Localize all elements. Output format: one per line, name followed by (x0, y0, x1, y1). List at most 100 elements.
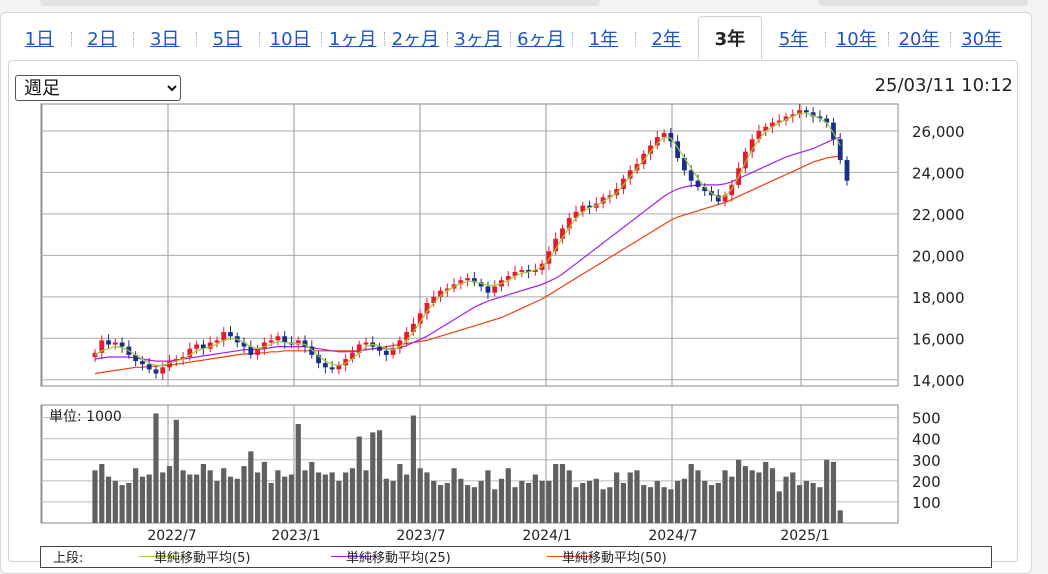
volume-unit-label: 単位: 1000 (49, 409, 122, 425)
volume-bar (424, 472, 430, 523)
volume-bar (668, 489, 674, 523)
volume-bar (133, 468, 139, 523)
candle-body (282, 336, 288, 343)
x-tick-label: 2024/1 (522, 528, 571, 544)
price-tick-label: 22,000 (912, 206, 965, 224)
volume-bar (410, 415, 417, 523)
volume-bar (227, 476, 234, 523)
volume-bar (505, 468, 511, 523)
volume-bar (512, 487, 518, 523)
volume-bar (302, 470, 308, 523)
candle-body (106, 340, 111, 345)
volume-bar (275, 470, 281, 523)
x-tick-label: 2023/1 (271, 528, 320, 544)
volume-bar (573, 487, 579, 523)
candle-body (329, 367, 335, 370)
volume-bar (112, 480, 118, 523)
volume-bar (431, 480, 437, 523)
volume-bar (451, 468, 457, 523)
volume-tick-label: 200 (912, 473, 941, 491)
volume-bar (478, 480, 484, 523)
volume-bar (187, 474, 193, 523)
candle-body (803, 110, 809, 113)
volume-bar (641, 485, 647, 523)
candle-body (140, 361, 145, 365)
price-tick-label: 26,000 (912, 123, 965, 141)
volume-bar (614, 472, 620, 523)
volume-bar (722, 470, 728, 523)
volume-bar (295, 423, 301, 523)
volume-bar (559, 464, 566, 523)
volume-bar (627, 472, 633, 523)
volume-bar (166, 466, 173, 523)
volume-bar (485, 470, 491, 523)
legend-prefix: 上段: (53, 551, 84, 566)
volume-bar (404, 474, 410, 523)
candle-body (153, 369, 159, 374)
volume-bar (417, 468, 423, 523)
volume-bar (173, 419, 179, 523)
volume-bar (261, 461, 267, 523)
stock-chart: 26,000 24,000 22,000 20,000 18,000 16,000 14,0… (40, 103, 965, 544)
candle-body (363, 342, 369, 345)
volume-bar (92, 470, 98, 523)
price-tick-label: 16,000 (912, 330, 965, 348)
volume-bar (153, 413, 159, 523)
volume-bar (647, 487, 654, 523)
legend-ma25-label: 単純移動平均(25) (346, 551, 451, 566)
volume-bar (736, 459, 742, 523)
volume-bar (336, 480, 342, 523)
volume-bar (546, 480, 552, 523)
candle-body (377, 346, 382, 351)
volume-tick-label: 300 (912, 452, 941, 470)
price-tick-label: 24,000 (912, 164, 965, 182)
volume-tick-label: 400 (912, 431, 941, 449)
volume-bar (519, 480, 525, 523)
volume-bar (492, 489, 498, 523)
volume-bar (661, 487, 667, 523)
volume-bar (234, 478, 240, 523)
volume-bar (444, 482, 450, 523)
volume-bar (742, 466, 748, 523)
volume-bar (139, 476, 146, 523)
volume-bar (796, 485, 803, 523)
volume-bar (729, 476, 735, 523)
price-tick-label: 18,000 (912, 289, 965, 307)
volume-bar (254, 472, 261, 523)
volume-tick-label: 100 (912, 494, 941, 512)
volume-bar (322, 474, 328, 523)
candle-body (275, 336, 281, 341)
volume-bar (620, 482, 627, 523)
legend-ma5-label: 単純移動平均(5) (154, 551, 251, 566)
x-tick-label: 2022/7 (147, 528, 196, 544)
volume-tick-label: 500 (912, 410, 941, 428)
volume-bar (539, 480, 545, 523)
volume-bar (769, 468, 776, 523)
volume-bar (343, 472, 349, 523)
volume-bar (397, 464, 403, 523)
candle-body (268, 340, 274, 343)
volume-bar (282, 476, 288, 523)
candle-body (221, 332, 227, 341)
candle-body (383, 350, 389, 355)
candle-body (485, 286, 491, 293)
volume-bar (817, 487, 823, 523)
volume-bar (349, 468, 356, 523)
volume-bar (600, 489, 606, 523)
candle-body (112, 342, 118, 345)
candle-body (695, 180, 701, 187)
volume-bar (803, 480, 809, 523)
x-tick-label: 2025/1 (780, 528, 829, 544)
volume-bar (580, 482, 586, 523)
candle-body (228, 332, 233, 337)
candle-body (119, 342, 125, 347)
volume-bar (248, 451, 254, 523)
candle-body (194, 344, 200, 349)
volume-bar (790, 472, 796, 523)
candle-body (661, 133, 667, 138)
volume-bar (471, 487, 477, 523)
x-tick-label: 2023/7 (396, 528, 445, 544)
candle-body (688, 170, 694, 181)
legend-ma50-label: 単純移動平均(50) (562, 551, 667, 566)
volume-bar (146, 474, 152, 523)
